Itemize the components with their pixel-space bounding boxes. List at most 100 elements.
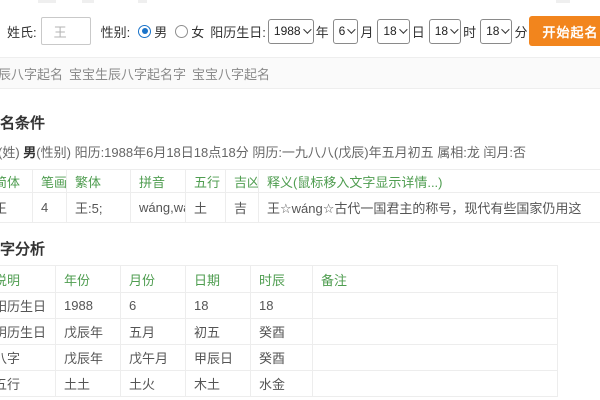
cell: 戊午月 <box>121 345 186 371</box>
naming-form: 姓氏: 性别: 男 女 阳历生日: 1988 年 6 月 <box>0 8 600 54</box>
month-unit-label: 月 <box>360 22 373 41</box>
hanzi-table-header-row: 简体 笔画 繁体 拼音 五行 吉凶 释义(鼠标移入文字显示详情...) <box>0 170 600 193</box>
chevron-down-icon <box>450 25 458 33</box>
radio-female-icon[interactable] <box>175 25 188 38</box>
cell: 6 <box>121 293 186 319</box>
cell-strokes: 4 <box>33 193 67 223</box>
day-select-value: 18 <box>383 24 396 38</box>
year-select-value: 1988 <box>274 24 301 38</box>
cell: 癸酉 <box>251 319 313 345</box>
chevron-down-icon <box>399 25 407 33</box>
gender-female-label: 女 <box>191 22 204 41</box>
cell: 水金 <box>251 371 313 397</box>
bazi-row-lunar: 阴历生日 戊辰年 五月 初五 癸酉 <box>0 319 558 345</box>
chevron-down-icon <box>303 25 311 33</box>
cell: 戊辰年 <box>56 319 121 345</box>
page: 姓氏: 性别: 男 女 阳历生日: 1988 年 6 月 <box>0 0 600 400</box>
surname-label: 姓氏: <box>7 22 37 41</box>
gender-label: 性别: <box>101 22 131 41</box>
cell-pinyin: wáng,wàn <box>131 193 186 223</box>
page-top-remnant <box>82 0 94 3</box>
cell: 五月 <box>121 319 186 345</box>
cell <box>313 293 558 319</box>
cell-element: 土 <box>186 193 226 223</box>
col-date: 日期 <box>186 266 251 293</box>
col-desc: 说明 <box>0 266 56 293</box>
year-unit-label: 年 <box>316 22 329 41</box>
cell: 初五 <box>186 319 251 345</box>
page-content: 姓氏: 性别: 男 女 阳历生日: 1988 年 6 月 <box>0 0 600 400</box>
cell: 土火 <box>121 371 186 397</box>
col-simplified: 简体 <box>0 170 33 193</box>
cell-meaning[interactable]: 王☆wáng☆古代一国君主的称号，现代有些国家仍用这 <box>259 193 600 223</box>
bazi-row-solar: 阳历生日 1988 6 18 18 <box>0 293 558 319</box>
conditions-section-title: 起名条件 <box>0 112 45 133</box>
summary-gender: 男 <box>23 145 36 160</box>
cell: 1988 <box>56 293 121 319</box>
page-top-remnant <box>556 0 570 3</box>
col-year: 年份 <box>56 266 121 293</box>
day-select[interactable]: 18 <box>377 19 409 44</box>
hour-unit-label: 时 <box>463 22 476 41</box>
cell <box>313 319 558 345</box>
month-select[interactable]: 6 <box>333 19 359 44</box>
start-naming-button[interactable]: 开始起名 <box>529 16 600 46</box>
chevron-down-icon <box>347 25 355 33</box>
col-element: 五行 <box>186 170 226 193</box>
cell-traditional: 王:5; <box>67 193 131 223</box>
breadcrumb-link-1[interactable]: 生辰八字起名 <box>0 64 63 83</box>
summary-surname: 王(姓) <box>0 145 23 160</box>
bazi-table: 说明 年份 月份 日期 时辰 备注 阳历生日 1988 6 18 18 阴历生日… <box>0 265 558 397</box>
minute-unit-label: 分 <box>514 22 527 41</box>
birthdate-label: 阳历生日: <box>210 22 266 41</box>
col-note: 备注 <box>313 266 558 293</box>
cell-simplified: 王 <box>0 193 33 223</box>
row-label: 五行 <box>0 371 56 397</box>
hanzi-table-row: 王 4 王:5; wáng,wàn 土 吉 王☆wáng☆古代一国君主的称号，现… <box>0 193 600 223</box>
gender-male-label: 男 <box>154 22 167 41</box>
cell: 戊辰年 <box>56 345 121 371</box>
bazi-section-title: 八字分析 <box>0 238 45 259</box>
bazi-row-elements: 五行 土土 土火 木土 水金 <box>0 371 558 397</box>
breadcrumb-link-2[interactable]: 宝宝生辰八字起名字 <box>69 64 186 83</box>
gender-male-option[interactable]: 男 <box>138 22 167 41</box>
cell: 18 <box>251 293 313 319</box>
year-select[interactable]: 1988 <box>268 19 314 44</box>
conditions-summary: 王(姓) 男(性别) 阳历:1988年6月18日18点18分 阴历:一九八八(戊… <box>0 142 600 161</box>
gender-female-option[interactable]: 女 <box>175 22 204 41</box>
month-select-value: 6 <box>339 24 346 38</box>
col-traditional: 繁体 <box>67 170 131 193</box>
col-pinyin: 拼音 <box>131 170 186 193</box>
col-luck: 吉凶 <box>226 170 259 193</box>
cell: 甲辰日 <box>186 345 251 371</box>
radio-male-icon[interactable] <box>138 25 151 38</box>
hour-select-value: 18 <box>435 24 448 38</box>
minute-select-value: 18 <box>486 24 499 38</box>
cell <box>313 345 558 371</box>
col-hour: 时辰 <box>251 266 313 293</box>
row-label: 八字 <box>0 345 56 371</box>
col-month: 月份 <box>121 266 186 293</box>
cell: 土土 <box>56 371 121 397</box>
cell: 癸酉 <box>251 345 313 371</box>
cell: 木土 <box>186 371 251 397</box>
minute-select[interactable]: 18 <box>480 19 512 44</box>
hanzi-table: 简体 笔画 繁体 拼音 五行 吉凶 释义(鼠标移入文字显示详情...) 王 4 … <box>0 169 600 223</box>
chevron-down-icon <box>502 25 510 33</box>
summary-detail: (性别) 阳历:1988年6月18日18点18分 阴历:一九八八(戊辰)年五月初… <box>36 145 526 160</box>
hour-select[interactable]: 18 <box>429 19 461 44</box>
page-top-remnant <box>138 0 147 3</box>
row-label: 阳历生日 <box>0 293 56 319</box>
row-label: 阴历生日 <box>0 319 56 345</box>
cell <box>313 371 558 397</box>
cell: 18 <box>186 293 251 319</box>
bazi-table-header-row: 说明 年份 月份 日期 时辰 备注 <box>0 266 558 293</box>
page-top-remnant <box>38 0 56 3</box>
bazi-row-bazi: 八字 戊辰年 戊午月 甲辰日 癸酉 <box>0 345 558 371</box>
col-meaning: 释义(鼠标移入文字显示详情...) <box>259 170 600 193</box>
breadcrumb: 生辰八字起名 宝宝生辰八字起名字 宝宝八字起名 <box>0 57 600 89</box>
col-strokes: 笔画 <box>33 170 67 193</box>
day-unit-label: 日 <box>412 22 425 41</box>
surname-input[interactable] <box>41 17 91 45</box>
breadcrumb-link-3[interactable]: 宝宝八字起名 <box>192 64 270 83</box>
